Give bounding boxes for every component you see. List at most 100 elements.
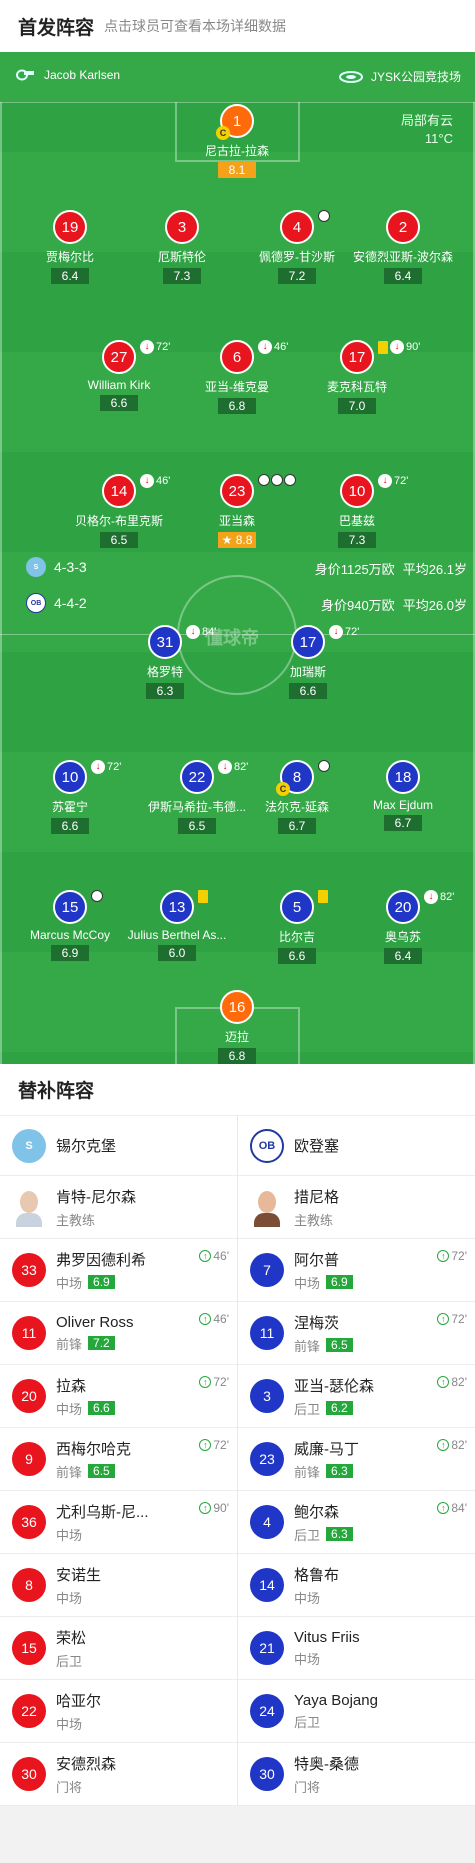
player-name: 贝格尔-布里克斯 [75,514,163,528]
player-rating: 6.7 [384,815,422,831]
sub-player-row[interactable]: 20 拉森 中场 6.6 ↑ 72' [0,1365,237,1428]
yellow-card-icon [378,340,388,354]
home-player-10[interactable]: 10 ↓ 72' 巴基兹 7.3 [297,474,417,549]
sub-position: 中场 [56,1716,83,1732]
event-badges: ↓ 72' [140,340,170,354]
sub-player-row[interactable]: 7 阿尔普 中场 6.9 ↑ 72' [238,1239,475,1302]
sub-time: 72' [394,475,409,487]
player-number: 13 [160,890,208,924]
player-number: 31 ↓ 84' [148,625,216,659]
away-player-15[interactable]: 15 Marcus McCoy 6.9 [10,890,130,962]
sub-on-time: ↑ 90' [199,1501,229,1515]
home-coach-row[interactable]: 肯特-尼尔森 主教练 [0,1176,237,1239]
sub-player-row[interactable]: 11 涅梅茨 前锋 6.5 ↑ 72' [238,1302,475,1365]
player-rating: 6.4 [51,268,89,284]
sub-player-row[interactable]: 36 尤利乌斯-尼... 中场 ↑ 90' [0,1491,237,1554]
sub-number: 7 [250,1253,284,1287]
player-name: 安德烈亚斯-波尔森 [353,250,453,264]
sub-number: 33 [12,1253,46,1287]
home-team-row[interactable]: S 锡尔克堡 [0,1116,237,1176]
away-player-5[interactable]: 5 比尔吉 6.6 [237,890,357,965]
sub-on-icon: ↑ [437,1250,450,1262]
sub-on-time: ↑ 82' [437,1438,467,1452]
sub-on-time: ↑ 72' [199,1438,229,1452]
home-player-3[interactable]: 3 厄斯特伦 7.3 [122,210,242,285]
player-number: 1C [216,104,254,140]
sub-name: 特奥-桑德 [294,1755,359,1773]
event-badges: ↓ 72' [91,760,121,774]
sub-position: 前锋 [56,1336,83,1352]
sub-player-row[interactable]: 22 哈亚尔 中场 [0,1680,237,1743]
away-player-18[interactable]: 18 Max Ejdum 6.7 [343,760,463,832]
home-player-6[interactable]: 6 ↓ 46' 亚当-维克曼 6.8 [177,340,297,415]
sub-on-icon: ↑ [199,1313,212,1325]
home-player-4[interactable]: 4 佩德罗-甘沙斯 7.2 [237,210,357,285]
home-player-19[interactable]: 19 贾梅尔比 6.4 [10,210,130,285]
sub-on-icon: ↑ [199,1376,212,1388]
home-player-14[interactable]: 14 ↓ 46' 贝格尔-布里克斯 6.5 [59,474,179,549]
player-number: 22 ↓ 82' [180,760,248,794]
captain-icon: C [216,126,230,140]
player-name: 比尔吉 [278,930,315,944]
away-player-17[interactable]: 17 ↓ 72' 加瑞斯 6.6 [248,625,368,700]
away-player-8[interactable]: 8 C 法尔克-延森 6.7 [237,760,357,835]
sub-number: 20 [12,1379,46,1413]
sub-player-row[interactable]: 3 亚当-瑟伦森 后卫 6.2 ↑ 82' [238,1365,475,1428]
sub-player-row[interactable]: 8 安诺生 中场 [0,1554,237,1617]
sub-player-row[interactable]: 23 威廉-马丁 前锋 6.3 ↑ 82' [238,1428,475,1491]
pitch: 懂球帝 Jacob Karlsen JYSK公园竞技场 局部有云 11°C S … [0,52,475,1064]
footer-space [0,1806,475,1856]
sub-player-row[interactable]: 30 特奥-桑德 门将 [238,1743,475,1806]
player-rating: 6.6 [51,818,89,834]
home-player-23[interactable]: 23 亚当森 ★ 8.8 [177,474,297,549]
coach-avatar [250,1187,284,1227]
player-number: 2 [386,210,420,244]
away-team-stats: 身价940万欧 平均26.0岁 [320,598,467,613]
away-coach-row[interactable]: 措尼格 主教练 [238,1176,475,1239]
player-rating: 7.3 [163,268,201,284]
home-subs-column: S 锡尔克堡 肯特-尼尔森 主教练 33 弗罗因德利希 中场 6.9 ↑ 46' 11 Oliv… [0,1116,237,1806]
away-subs-column: OB 欧登塞 措尼格 主教练 7 阿尔普 中场 6.9 ↑ 72' 11 涅梅茨 前锋 6.5 ↑ 72… [237,1116,475,1806]
referee-name: Jacob Karlsen [44,68,121,82]
home-formation: S 4-3-3 [26,557,87,577]
sub-player-row[interactable]: 33 弗罗因德利希 中场 6.9 ↑ 46' [0,1239,237,1302]
sub-time: 46' [274,341,289,353]
coach-avatar [12,1187,46,1227]
sub-position: 中场 [56,1275,83,1291]
sub-name: 阿尔普 [294,1251,340,1269]
sub-number: 9 [12,1442,46,1476]
sub-off-icon: ↓ [140,474,154,488]
goal-icon [284,474,296,486]
sub-player-row[interactable]: 11 Oliver Ross 前锋 7.2 ↑ 46' [0,1302,237,1365]
weather-text: 局部有云 [400,113,453,128]
sub-off-icon: ↓ [329,625,343,639]
sub-player-row[interactable]: 21 Vitus Friis 中场 [238,1617,475,1680]
player-number: 5 [280,890,328,924]
captain-icon: C [276,782,290,796]
player-number: 27 ↓ 72' [102,340,170,374]
away-team-row[interactable]: OB 欧登塞 [238,1116,475,1176]
sub-rating: 6.3 [326,1527,353,1541]
sub-player-row[interactable]: 4 鲍尔森 后卫 6.3 ↑ 84' [238,1491,475,1554]
sub-player-row[interactable]: 9 西梅尔哈克 前锋 6.5 ↑ 72' [0,1428,237,1491]
sub-player-row[interactable]: 24 Yaya Bojang 后卫 [238,1680,475,1743]
sub-rating: 6.6 [88,1401,115,1415]
sub-position: 前锋 [294,1464,321,1480]
event-badges: ↓ 84' [186,625,216,639]
home-player-17[interactable]: 17 ↓ 90' 麦克科瓦特 7.0 [297,340,420,415]
home-player-2[interactable]: 2 安德烈亚斯-波尔森 6.4 [343,210,463,285]
home-player-1[interactable]: 1 C 尼古拉-拉森 8.1 [177,104,297,179]
away-player-13[interactable]: 13 Julius Berthel As... 6.0 [117,890,237,962]
sub-player-row[interactable]: 15 荣松 后卫 [0,1617,237,1680]
away-player-20[interactable]: 20 ↓ 82' 奥乌苏 6.4 [343,890,463,965]
event-badges: ↓ 82' [424,890,454,904]
away-player-10[interactable]: 10 ↓ 72' 苏霍宁 6.6 [10,760,130,835]
sub-player-row[interactable]: 14 格鲁布 中场 [238,1554,475,1617]
event-badges [318,760,331,772]
away-player-16[interactable]: 16 迈拉 6.8 [177,990,297,1064]
home-player-27[interactable]: 27 ↓ 72' William Kirk 6.6 [59,340,179,412]
sub-player-row[interactable]: 30 安德烈森 门将 [0,1743,237,1806]
sub-off-icon: ↓ [378,474,392,488]
away-player-31[interactable]: 31 ↓ 84' 格罗特 6.3 [105,625,225,700]
sub-name: 涅梅茨 [294,1314,340,1332]
